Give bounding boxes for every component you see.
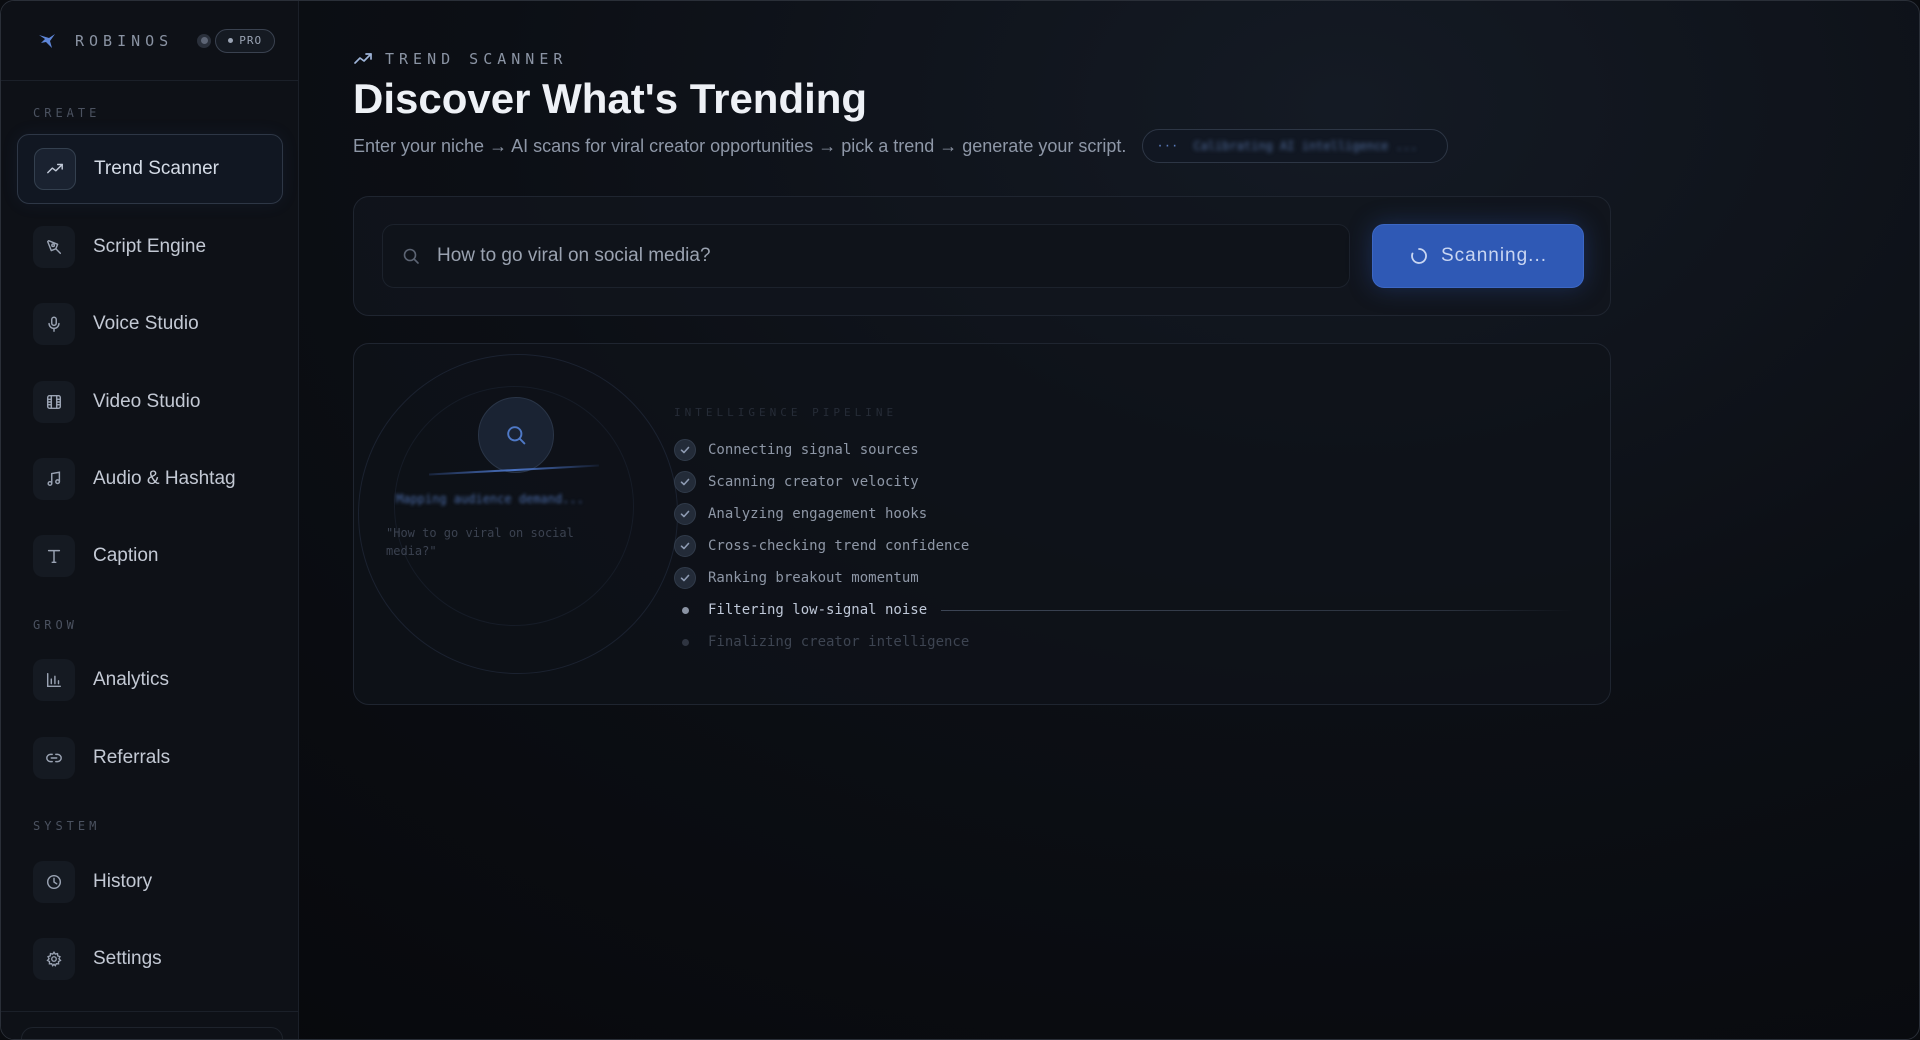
type-icon bbox=[33, 535, 75, 577]
sidebar-item-script-engine[interactable]: Script Engine bbox=[17, 212, 283, 282]
sidebar-footer-card bbox=[21, 1027, 283, 1039]
status-dot bbox=[197, 33, 212, 48]
scan-button-label: Scanning... bbox=[1440, 245, 1548, 266]
check-icon bbox=[674, 471, 696, 493]
sidebar-item-label: Analytics bbox=[93, 669, 170, 690]
film-icon bbox=[33, 381, 75, 423]
sidebar-item-caption[interactable]: Caption bbox=[17, 521, 283, 591]
check-icon bbox=[674, 567, 696, 589]
spinner-icon bbox=[1411, 248, 1427, 264]
pipeline-card: Mapping audience demand... "How to go vi… bbox=[353, 343, 1611, 705]
sidebar-item-voice-studio[interactable]: Voice Studio bbox=[17, 289, 283, 359]
page-eyebrow: TREND SCANNER bbox=[353, 49, 567, 69]
pipeline-step: Cross-checking trend confidence bbox=[674, 530, 1574, 562]
step-label: Cross-checking trend confidence bbox=[708, 538, 970, 554]
sidebar-item-label: Audio & Hashtag bbox=[93, 468, 236, 489]
step-label: Analyzing engagement hooks bbox=[708, 506, 928, 522]
sidebar-item-audio-hashtag[interactable]: Audio & Hashtag bbox=[17, 444, 283, 514]
radar-query: "How to go viral on social media?" bbox=[386, 526, 574, 558]
sidebar-item-settings[interactable]: Settings bbox=[17, 924, 283, 994]
pipeline-step: Analyzing engagement hooks bbox=[674, 498, 1574, 530]
page-subtitle: Enter your niche → AI scans for viral cr… bbox=[353, 135, 1127, 156]
radar-core bbox=[478, 397, 554, 473]
loading-dots: ··· bbox=[1157, 137, 1180, 154]
gear-icon bbox=[33, 938, 75, 980]
pro-badge: PRO bbox=[215, 28, 276, 53]
eyebrow-label: TREND SCANNER bbox=[385, 50, 568, 68]
active-dot-icon bbox=[674, 599, 696, 621]
brand: ROBINOS PRO bbox=[1, 1, 298, 81]
sidebar-item-label: Voice Studio bbox=[93, 313, 199, 334]
pen-tool-icon bbox=[33, 226, 75, 268]
music-note-icon bbox=[33, 458, 75, 500]
sidebar-item-label: Video Studio bbox=[93, 391, 201, 412]
radar-status: Mapping audience demand... bbox=[396, 492, 584, 506]
subtitle-row: Enter your niche → AI scans for viral cr… bbox=[353, 129, 1449, 163]
step-label: Connecting signal sources bbox=[708, 442, 919, 458]
sidebar-item-label: Script Engine bbox=[93, 236, 207, 257]
step-label: Ranking breakout momentum bbox=[708, 570, 919, 586]
section-label-grow: GROW bbox=[33, 618, 78, 632]
pipeline-step-active: Filtering low-signal noise bbox=[674, 594, 1574, 626]
sidebar-item-history[interactable]: History bbox=[17, 847, 283, 917]
sidebar: ROBINOS PRO CREATE Trend Scanner Script … bbox=[1, 1, 299, 1039]
clock-icon bbox=[33, 861, 75, 903]
pipeline-step: Ranking breakout momentum bbox=[674, 562, 1574, 594]
search-box[interactable] bbox=[382, 224, 1350, 288]
search-icon bbox=[403, 248, 419, 264]
step-label: Filtering low-signal noise bbox=[708, 602, 928, 618]
sidebar-item-analytics[interactable]: Analytics bbox=[17, 645, 283, 715]
pipeline-step: Connecting signal sources bbox=[674, 434, 1574, 466]
check-icon bbox=[674, 439, 696, 461]
step-label: Scanning creator velocity bbox=[708, 474, 919, 490]
pipeline-label: INTELLIGENCE PIPELINE bbox=[674, 406, 898, 419]
trending-up-icon bbox=[354, 53, 372, 64]
link-icon bbox=[33, 737, 75, 779]
search-input[interactable] bbox=[437, 236, 1349, 276]
brand-logo-icon bbox=[39, 33, 55, 48]
bar-chart-icon bbox=[33, 659, 75, 701]
sidebar-item-referrals[interactable]: Referrals bbox=[17, 723, 283, 793]
search-icon bbox=[507, 426, 526, 445]
check-icon bbox=[674, 503, 696, 525]
sidebar-item-video-studio[interactable]: Video Studio bbox=[17, 367, 283, 437]
sidebar-item-label: History bbox=[93, 871, 153, 892]
pipeline-step: Scanning creator velocity bbox=[674, 466, 1574, 498]
section-label-system: SYSTEM bbox=[33, 819, 101, 833]
status-text: Calibrating AI intelligence ... bbox=[1193, 139, 1418, 153]
scan-button[interactable]: Scanning... bbox=[1372, 224, 1584, 288]
search-card: Scanning... bbox=[353, 196, 1611, 316]
sidebar-item-label: Referrals bbox=[93, 747, 171, 768]
page-title: Discover What's Trending bbox=[353, 75, 868, 122]
app-window: ROBINOS PRO CREATE Trend Scanner Script … bbox=[0, 0, 1920, 1040]
brand-name: ROBINOS bbox=[75, 31, 174, 50]
section-label-create: CREATE bbox=[33, 106, 101, 120]
sidebar-item-label: Settings bbox=[93, 948, 162, 969]
sidebar-item-label: Caption bbox=[93, 545, 159, 566]
pipeline-step-pending: Finalizing creator intelligence bbox=[674, 626, 1574, 658]
sidebar-item-trend-scanner[interactable]: Trend Scanner bbox=[17, 134, 283, 204]
check-icon bbox=[674, 535, 696, 557]
sidebar-divider bbox=[1, 1011, 299, 1012]
status-pill: ··· Calibrating AI intelligence ... bbox=[1142, 129, 1449, 163]
pipeline-steps: Connecting signal sources Scanning creat… bbox=[674, 434, 1574, 658]
step-progress-line bbox=[941, 609, 1574, 611]
trending-up-icon bbox=[34, 148, 76, 190]
pending-dot-icon bbox=[674, 631, 696, 653]
sidebar-item-label: Trend Scanner bbox=[94, 158, 219, 179]
microphone-icon bbox=[33, 303, 75, 345]
step-label: Finalizing creator intelligence bbox=[708, 634, 970, 650]
